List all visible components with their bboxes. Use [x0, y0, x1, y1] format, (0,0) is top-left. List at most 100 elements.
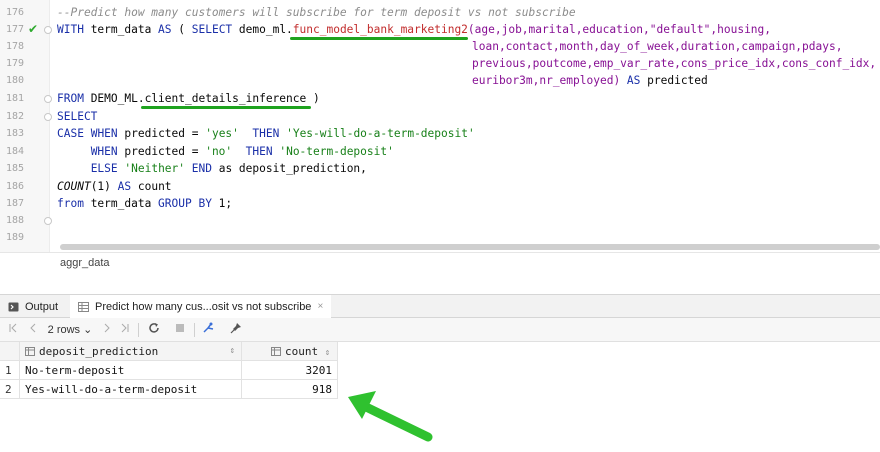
tab-output[interactable]: Output [8, 295, 68, 318]
arrow-icon [348, 391, 433, 442]
line-number: 189 [5, 232, 24, 243]
cte-name: term_data [83, 23, 159, 36]
sort-icon[interactable]: ⇕ [325, 348, 330, 358]
string-literal: 'Yes-will-do-a-term-deposit' [286, 127, 475, 140]
keyword: CASE [57, 127, 84, 140]
keyword: ELSE [90, 162, 118, 175]
line-number: 186 [5, 181, 24, 192]
schema-name: DEMO_ML. [83, 92, 145, 105]
line-number: 178 [5, 41, 24, 52]
code-line-176[interactable]: --Predict how many customers will subscr… [57, 4, 576, 21]
keyword: AS [117, 180, 132, 193]
line-number: 185 [5, 163, 24, 174]
code-line-180[interactable]: euribor3m,nr_employed) AS predicted [472, 72, 708, 89]
code-line-184[interactable]: WHEN predicted = 'no' THEN 'No-term-depo… [57, 143, 394, 160]
highlight-underline-table [141, 106, 311, 109]
code-line-181[interactable]: FROM DEMO_ML.client_details_inference ) [57, 90, 320, 107]
prev-page-icon[interactable] [26, 322, 40, 338]
check-icon: ✔ [28, 22, 39, 36]
line-number: 182 [5, 111, 24, 122]
rows-count-dropdown[interactable]: 2 rows ⌄ [46, 322, 94, 338]
code-line-179[interactable]: previous,poutcome,emp_var_rate,cons_pric… [472, 55, 876, 72]
column-icon [25, 347, 35, 356]
breadcrumb-item[interactable]: aggr_data [60, 257, 110, 269]
keyword: THEN [252, 127, 280, 140]
row-number: 1 [0, 361, 20, 380]
editor-gutter: 176 177 178 179 180 181 182 183 184 185 … [0, 0, 52, 252]
code-line-182[interactable]: SELECT [57, 108, 97, 125]
keyword: AS [626, 74, 641, 87]
string-literal: 'Neither' [124, 162, 186, 175]
code-text: ( [171, 23, 192, 36]
chevron-down-icon: ⌄ [83, 324, 93, 336]
refresh-icon[interactable] [146, 322, 162, 338]
string-literal: 'no' [205, 145, 233, 158]
line-number: 184 [5, 146, 24, 157]
keyword: FROM [57, 92, 84, 105]
table-cell[interactable]: 3201 [242, 361, 338, 380]
code-text: (1) [90, 180, 118, 193]
model-function-name: func_model_bank_marketing2 [292, 23, 468, 36]
pin-tab-icon[interactable] [200, 322, 218, 338]
column-header-deposit-prediction[interactable]: deposit_prediction ⇕ [20, 342, 242, 361]
keyword: AS [158, 23, 172, 36]
fold-marker-icon[interactable] [44, 217, 52, 225]
last-page-icon[interactable] [118, 322, 132, 338]
code-text: as deposit_prediction, [211, 162, 367, 175]
highlight-underline-function [290, 37, 468, 40]
breadcrumb[interactable]: aggr_data [0, 252, 880, 274]
line-number: 183 [5, 128, 24, 139]
horizontal-scrollbar[interactable] [60, 244, 880, 250]
rows-count-label: 2 rows [47, 324, 81, 336]
stop-icon[interactable] [172, 322, 188, 338]
keyword: WHEN [90, 145, 118, 158]
toolbar-separator [138, 323, 139, 337]
code-line-178[interactable]: loan,contact,month,day_of_week,duration,… [472, 38, 842, 55]
table-cell[interactable]: No-term-deposit [20, 361, 242, 380]
keyword: GROUP BY [158, 197, 212, 210]
table-cell[interactable]: 918 [242, 380, 338, 399]
code-text: ) [306, 92, 320, 105]
toolbar-separator [194, 323, 195, 337]
code-text: term_data [83, 197, 159, 210]
line-number: 188 [5, 215, 24, 226]
keyword: SELECT [191, 23, 233, 36]
function-arguments: (age,job,marital,education,"default",hou… [467, 23, 772, 36]
keyword: SELECT [57, 110, 98, 123]
table-cell[interactable]: Yes-will-do-a-term-deposit [20, 380, 242, 399]
table-name: client_details_inference [144, 92, 307, 105]
code-line-183[interactable]: CASE WHEN predicted = 'yes' THEN 'Yes-wi… [57, 125, 475, 142]
code-line-185[interactable]: ELSE 'Neither' END as deposit_prediction… [57, 160, 367, 177]
first-page-icon[interactable] [6, 322, 20, 338]
string-literal: 'No-term-deposit' [279, 145, 394, 158]
code-text: 1; [211, 197, 233, 210]
line-number: 179 [5, 58, 24, 69]
tab-output-label: Output [25, 300, 59, 313]
column-header-label: deposit_prediction [39, 345, 159, 358]
code-text: predicted = [117, 127, 206, 140]
table-icon [78, 301, 89, 312]
code-text: predicted = [117, 145, 206, 158]
sort-icon[interactable]: ⇕ [230, 342, 235, 361]
fold-marker-icon[interactable] [44, 113, 52, 121]
line-number: 181 [5, 93, 24, 104]
schema-name: demo_ml. [232, 23, 293, 36]
next-page-icon[interactable] [100, 322, 114, 338]
keyword: THEN [245, 145, 273, 158]
keyword: WITH [57, 23, 84, 36]
code-line-186[interactable]: COUNT(1) AS count [57, 178, 172, 195]
fold-marker-icon[interactable] [44, 95, 52, 103]
column-icon [271, 347, 281, 356]
tab-result-label: Predict how many cus...osit vs not subsc… [95, 300, 312, 313]
keyword: from [57, 197, 84, 210]
close-icon[interactable]: × [317, 301, 323, 312]
keyword: END [191, 162, 212, 175]
code-line-177[interactable]: WITH term_data AS ( SELECT demo_ml.func_… [57, 21, 771, 38]
code-line-187[interactable]: from term_data GROUP BY 1; [57, 195, 232, 212]
sql-editor[interactable]: 176 177 178 179 180 181 182 183 184 185 … [0, 0, 880, 252]
sql-comment: --Predict how many customers will subscr… [57, 6, 576, 19]
fold-marker-icon[interactable] [44, 26, 52, 34]
column-header-count[interactable]: count ⇕ [242, 342, 338, 361]
tab-result[interactable]: Predict how many cus...osit vs not subsc… [70, 295, 332, 318]
pin-icon[interactable] [228, 322, 244, 338]
